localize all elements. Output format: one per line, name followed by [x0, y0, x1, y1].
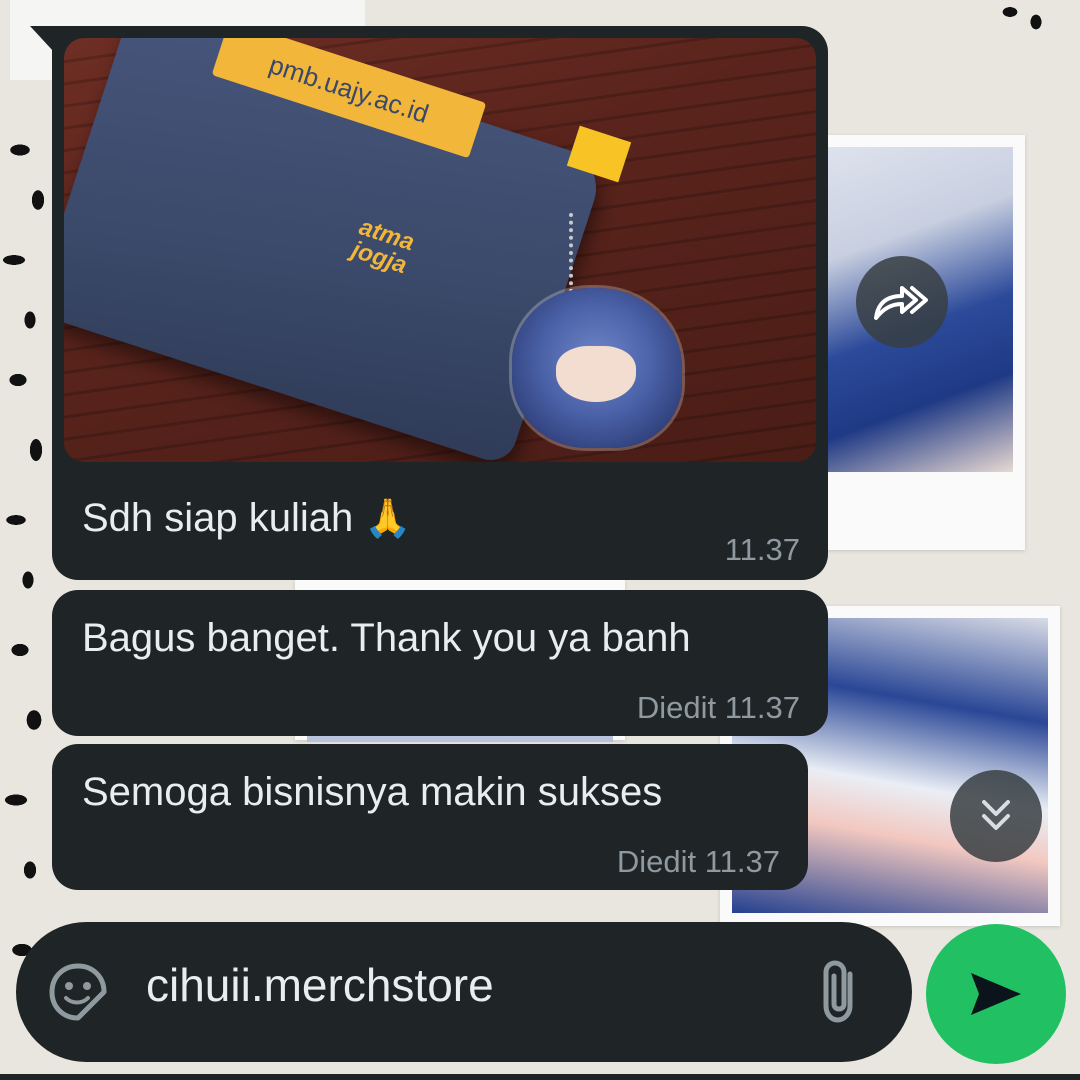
message-photo[interactable]: pmb.uajy.ac.id atma jogja — [64, 38, 816, 462]
keychain-chain — [569, 213, 595, 293]
message-composer — [16, 922, 912, 1062]
paperclip-icon[interactable] — [816, 958, 866, 1026]
bottom-edge — [0, 1074, 1080, 1080]
send-button[interactable] — [926, 924, 1066, 1064]
send-icon — [971, 973, 1021, 1015]
message-text: Bagus banget. Thank you ya banh — [82, 616, 691, 660]
edited-label: Diedit — [636, 690, 717, 725]
double-chevron-down-icon — [982, 800, 1010, 830]
bubble-tail — [30, 26, 54, 52]
message-time: 11.37 — [724, 532, 800, 567]
message-text: Semoga bisnisnya makin sukses — [82, 770, 663, 814]
scroll-to-bottom-button[interactable] — [950, 770, 1042, 862]
message-meta: Diedit 11.37 — [637, 690, 800, 726]
forward-icon — [874, 286, 928, 320]
message-time: 11.37 — [704, 844, 780, 879]
text-message-bubble[interactable]: Semoga bisnisnya makin sukses Diedit 11.… — [52, 744, 808, 890]
image-message-bubble[interactable]: pmb.uajy.ac.id atma jogja Sdh siap kulia… — [52, 26, 828, 580]
edited-label: Diedit — [616, 844, 697, 879]
text-message-bubble[interactable]: Bagus banget. Thank you ya banh Diedit 1… — [52, 590, 828, 736]
message-time: 11.37 — [724, 690, 800, 725]
keychain-face — [556, 346, 636, 402]
forward-button[interactable] — [856, 256, 948, 348]
praying-hands-emoji: 🙏 — [364, 498, 412, 540]
message-caption: Sdh siap kuliah 🙏 — [82, 496, 412, 541]
message-meta: Diedit 11.37 — [617, 844, 780, 880]
acrylic-keychain — [512, 288, 682, 448]
wallpaper-leaf-corner — [990, 0, 1060, 40]
sticker-icon[interactable] — [48, 962, 108, 1022]
message-input[interactable] — [146, 958, 786, 1012]
wallpaper-leaf-pattern — [0, 110, 60, 1070]
caption-text: Sdh siap kuliah — [82, 496, 354, 540]
